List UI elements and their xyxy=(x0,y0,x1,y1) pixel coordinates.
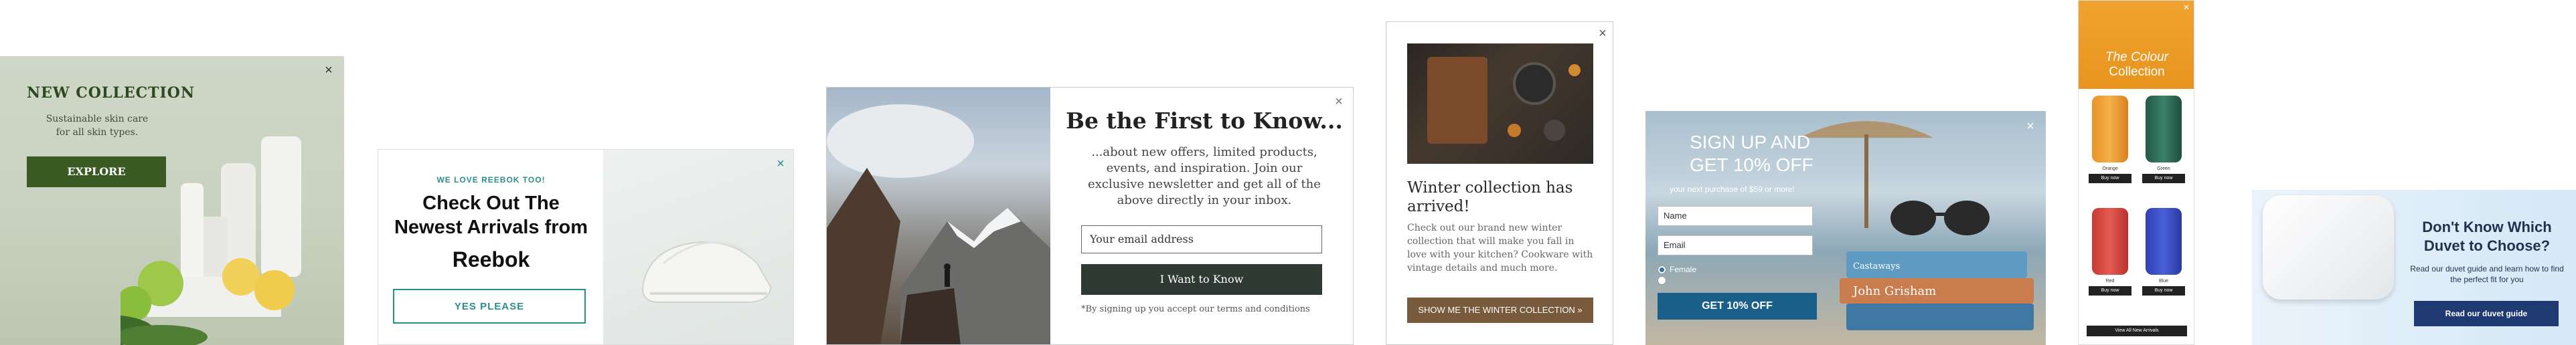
heading-line-1: SIGN UP AND xyxy=(1690,132,1810,152)
popup-heading: The Colour Collection xyxy=(2079,50,2194,80)
popup-heading: Check Out The Newest Arrivals from xyxy=(394,193,588,238)
product-name: Green xyxy=(2157,166,2170,171)
pillow-image xyxy=(2263,195,2394,300)
buy-now-button[interactable]: Buy now xyxy=(2142,174,2185,183)
close-icon[interactable]: × xyxy=(321,63,336,78)
get-10-off-button[interactable]: GET 10% OFF xyxy=(1658,293,1817,320)
svg-text:Castaways: Castaways xyxy=(1853,261,1900,271)
heading-line-2: Collection xyxy=(2109,65,2165,79)
popup-signup-discount: Castaways John Grisham SIGN UP AND GET 1… xyxy=(1645,111,2046,345)
brand-logo: Reebok xyxy=(452,247,530,271)
popup-tagline: your next purchase of $59 or more! xyxy=(1670,185,1795,194)
popup-newsletter: Be the First to Know... ...about new off… xyxy=(826,87,1354,345)
radio-dot-selected xyxy=(1658,265,1666,275)
terms-text: *By signing up you accept our terms and … xyxy=(1081,304,1310,314)
bottle-orange-image xyxy=(2092,96,2128,162)
duvet-guide-button[interactable]: Read our duvet guide xyxy=(2414,301,2559,326)
subtitle-line-2: for all skin types. xyxy=(56,127,139,138)
mountain-hiker-image xyxy=(827,88,1050,344)
buy-now-button[interactable]: Buy now xyxy=(2142,286,2185,296)
product-name: Orange xyxy=(2102,166,2118,171)
radio-dot xyxy=(1658,276,1666,285)
popup-heading: SIGN UP AND GET 10% OFF xyxy=(1690,131,1814,177)
product-tile[interactable]: Green Buy now xyxy=(2140,93,2187,183)
i-want-to-know-button[interactable]: I Want to Know xyxy=(1081,264,1322,295)
cutting-board-icon xyxy=(1427,57,1581,144)
view-all-button[interactable]: View All New Arrivals xyxy=(2087,326,2187,336)
popup-colour-collection: The Colour Collection Orange Buy now Gre… xyxy=(2078,0,2194,345)
popup-heading: Be the First to Know... xyxy=(1066,108,1343,134)
radio-male[interactable] xyxy=(1658,275,1670,285)
product-tile[interactable]: Orange Buy now xyxy=(2087,93,2134,183)
popup-heading: Don't Know Which Duvet to Choose? xyxy=(2422,219,2552,254)
name-field[interactable]: Name xyxy=(1658,206,1813,226)
sneaker-icon xyxy=(642,241,772,303)
product-name: Blue xyxy=(2158,279,2168,283)
explore-button[interactable]: EXPLORE xyxy=(27,156,166,187)
radio-female[interactable]: Female xyxy=(1658,265,1697,275)
email-placeholder: Email xyxy=(1664,240,1686,250)
heading-line-2: GET 10% OFF xyxy=(1690,154,1814,175)
svg-text:John Grisham: John Grisham xyxy=(1852,284,1936,298)
close-icon[interactable]: × xyxy=(1332,94,1346,109)
popup-title: NEW COLLECTION xyxy=(27,84,195,102)
product-tile[interactable]: Red Buy now xyxy=(2087,205,2134,296)
popup-new-collection: NEW COLLECTION Sustainable skin care for… xyxy=(0,56,344,345)
subtitle-line-1: Sustainable skin care xyxy=(46,114,149,124)
radio-female-label: Female xyxy=(1670,265,1697,274)
product-tile[interactable]: Blue Buy now xyxy=(2140,205,2187,296)
popup-body: ...about new offers, limited products, e… xyxy=(1088,145,1321,207)
cookware-image xyxy=(1407,43,1593,164)
bottle-green-image xyxy=(2146,96,2182,162)
popup-body: Read our duvet guide and learn how to fi… xyxy=(2410,264,2564,284)
buy-now-button[interactable]: Buy now xyxy=(2089,174,2131,183)
popup-body: Check out our brand new winter collectio… xyxy=(1407,223,1593,273)
product-name: Red xyxy=(2105,279,2115,283)
bottle-red-image xyxy=(2092,208,2128,275)
popup-kicker: WE LOVE REEBOK TOO! xyxy=(436,175,546,185)
yes-please-button[interactable]: YES PLEASE xyxy=(393,289,586,324)
popup-heading: Winter collection has arrived! xyxy=(1407,179,1573,215)
bottle-blue-image xyxy=(2146,208,2182,275)
close-icon[interactable]: × xyxy=(773,156,788,171)
mountain-icon xyxy=(827,104,1050,344)
email-field[interactable]: Your email address xyxy=(1081,225,1322,253)
buy-now-button[interactable]: Buy now xyxy=(2089,286,2131,296)
name-placeholder: Name xyxy=(1664,211,1687,221)
email-field[interactable]: Email xyxy=(1658,235,1813,255)
show-winter-collection-button[interactable]: SHOW ME THE WINTER COLLECTION » xyxy=(1407,298,1593,323)
popup-winter-collection: Winter collection has arrived! Check out… xyxy=(1386,21,1613,345)
close-icon[interactable]: × xyxy=(2180,2,2192,14)
close-icon[interactable]: × xyxy=(2023,119,2038,134)
popup-duvet-guide: Don't Know Which Duvet to Choose? Read o… xyxy=(2252,190,2576,345)
popup-subtitle: Sustainable skin care for all skin types… xyxy=(27,112,167,139)
email-placeholder: Your email address xyxy=(1090,233,1194,245)
popup-reebok: WE LOVE REEBOK TOO! Check Out The Newest… xyxy=(378,149,794,345)
close-icon[interactable]: × xyxy=(1595,26,1610,41)
sneaker-image xyxy=(603,150,793,344)
heading-line-1: The Colour xyxy=(2105,50,2168,64)
